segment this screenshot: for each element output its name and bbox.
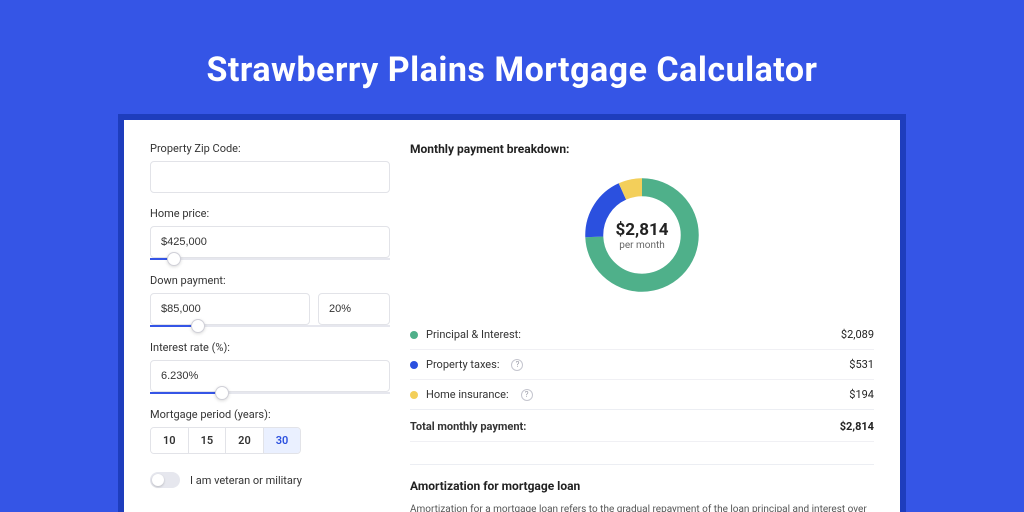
home-price-input[interactable]	[150, 226, 390, 258]
legend-row: Principal & Interest: $2,089	[410, 320, 874, 350]
legend-label: Home insurance:	[426, 388, 509, 401]
period-field: Mortgage period (years): 10152030	[150, 408, 390, 454]
period-button-10[interactable]: 10	[151, 428, 189, 453]
results-panel: Monthly payment breakdown: $2,814 per mo…	[410, 142, 874, 512]
legend-label: Principal & Interest:	[426, 328, 521, 341]
legend-value: $531	[849, 358, 874, 371]
period-button-30[interactable]: 30	[264, 428, 301, 453]
breakdown-title: Monthly payment breakdown:	[410, 142, 874, 156]
legend-dot	[410, 361, 418, 369]
rate-input[interactable]	[150, 360, 390, 392]
inputs-panel: Property Zip Code: Home price: Down paym…	[150, 142, 390, 512]
down-payment-field: Down payment:	[150, 274, 390, 327]
help-icon[interactable]: ?	[511, 359, 523, 371]
veteran-label: I am veteran or military	[190, 474, 302, 487]
slider-thumb[interactable]	[215, 386, 229, 400]
slider-fill	[150, 392, 222, 394]
legend-value: $194	[849, 388, 874, 401]
legend-dot	[410, 391, 418, 399]
help-icon[interactable]: ?	[521, 389, 533, 401]
down-payment-label: Down payment:	[150, 274, 390, 287]
slider-thumb[interactable]	[167, 252, 181, 266]
zip-field: Property Zip Code:	[150, 142, 390, 193]
veteran-row: I am veteran or military	[150, 472, 390, 488]
donut-chart: $2,814 per month	[579, 172, 705, 298]
legend-dot	[410, 331, 418, 339]
donut-wrap: $2,814 per month	[410, 172, 874, 298]
home-price-slider[interactable]	[150, 258, 390, 260]
zip-input[interactable]	[150, 161, 390, 193]
total-value: $2,814	[840, 420, 874, 433]
page-title: Strawberry Plains Mortgage Calculator	[0, 0, 1024, 114]
legend: Principal & Interest: $2,089 Property taxe…	[410, 320, 874, 409]
period-label: Mortgage period (years):	[150, 408, 390, 421]
legend-value: $2,089	[841, 328, 874, 341]
down-payment-pct-input[interactable]	[318, 293, 390, 325]
period-button-group: 10152030	[150, 427, 301, 454]
slider-thumb[interactable]	[191, 319, 205, 333]
rate-label: Interest rate (%):	[150, 341, 390, 354]
card-shadow: Property Zip Code: Home price: Down paym…	[118, 114, 906, 512]
period-button-20[interactable]: 20	[226, 428, 264, 453]
rate-slider[interactable]	[150, 392, 390, 394]
home-price-label: Home price:	[150, 207, 390, 220]
amortization-section: Amortization for mortgage loan Amortizat…	[410, 464, 874, 512]
calculator-card: Property Zip Code: Home price: Down paym…	[124, 120, 900, 512]
rate-field: Interest rate (%):	[150, 341, 390, 394]
donut-center: $2,814 per month	[579, 172, 705, 298]
legend-row: Home insurance:? $194	[410, 380, 874, 409]
donut-sub: per month	[619, 240, 665, 251]
period-button-15[interactable]: 15	[189, 428, 227, 453]
total-row: Total monthly payment: $2,814	[410, 409, 874, 442]
amortization-title: Amortization for mortgage loan	[410, 479, 874, 493]
total-label: Total monthly payment:	[410, 420, 526, 433]
legend-row: Property taxes:? $531	[410, 350, 874, 380]
amortization-text: Amortization for a mortgage loan refers …	[410, 503, 874, 512]
home-price-field: Home price:	[150, 207, 390, 260]
down-payment-input[interactable]	[150, 293, 310, 325]
down-payment-slider[interactable]	[150, 325, 390, 327]
veteran-toggle[interactable]	[150, 472, 180, 488]
legend-label: Property taxes:	[426, 358, 499, 371]
zip-label: Property Zip Code:	[150, 142, 390, 155]
toggle-knob	[152, 474, 164, 486]
donut-amount: $2,814	[616, 220, 669, 240]
